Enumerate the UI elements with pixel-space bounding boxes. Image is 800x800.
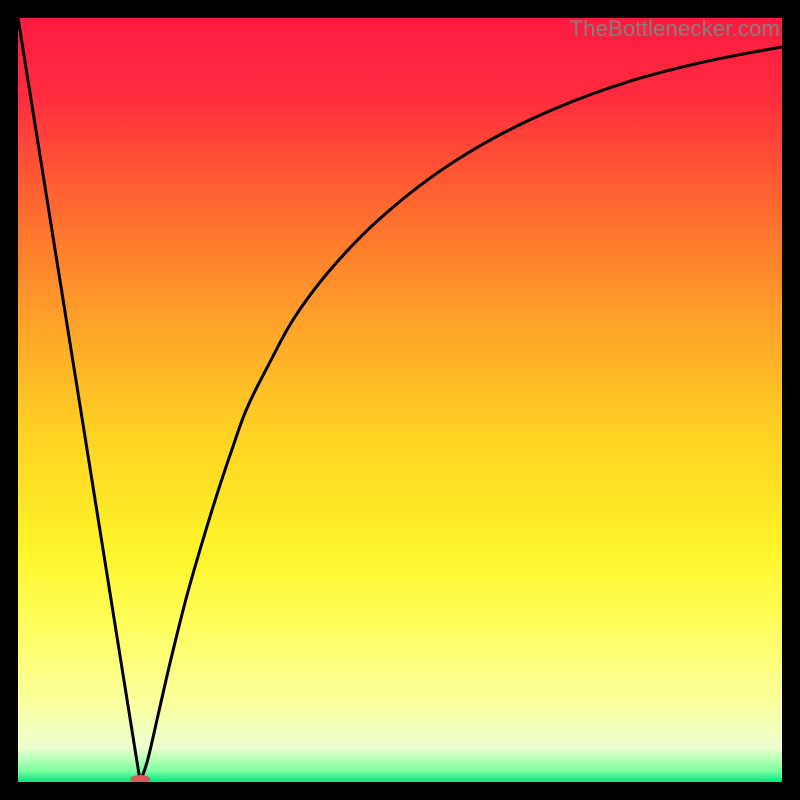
- heatmap-background: [18, 18, 782, 782]
- watermark-label: TheBottlenecker.com: [570, 16, 780, 42]
- bottleneck-chart: [18, 18, 782, 782]
- chart-frame: TheBottlenecker.com: [18, 18, 782, 782]
